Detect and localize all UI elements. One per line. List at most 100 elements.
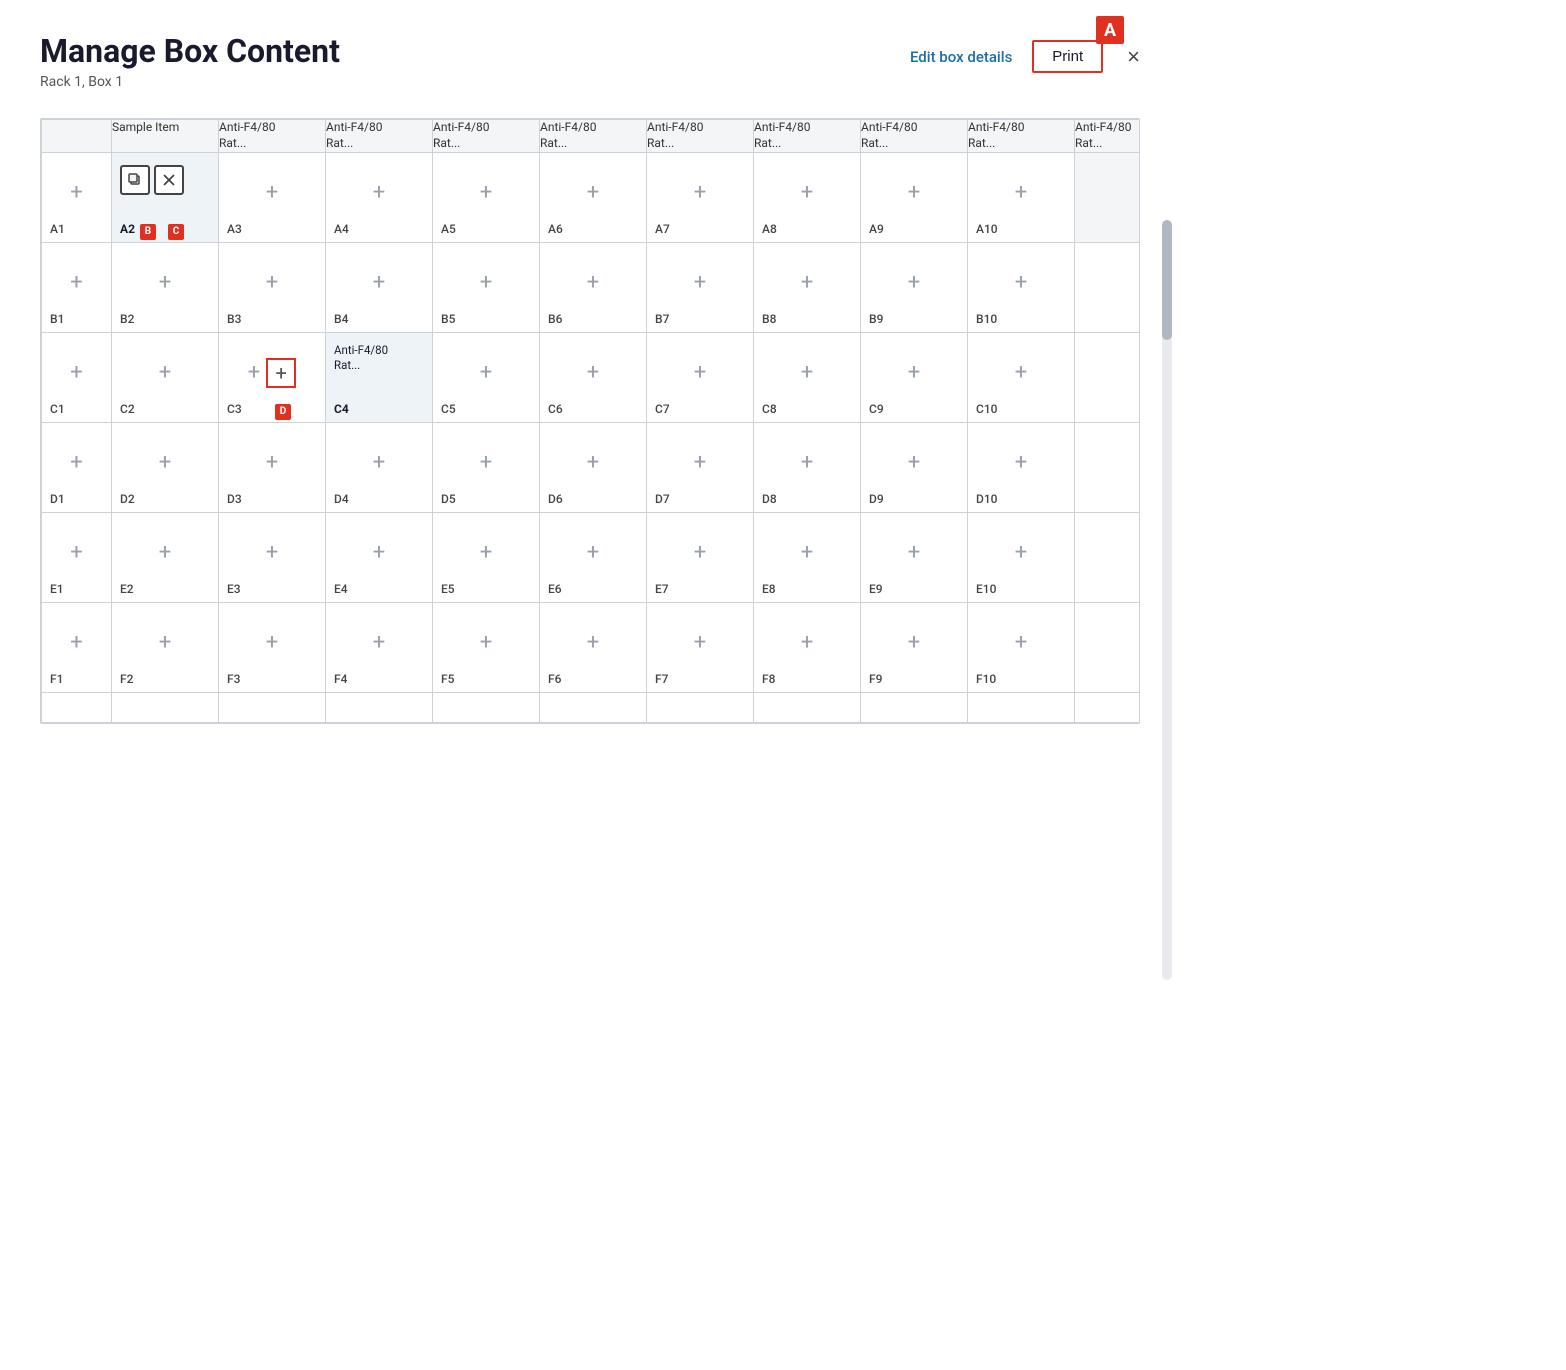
add-icon-b10[interactable]: + (1015, 270, 1027, 295)
cell-label-f3: F3 (227, 672, 240, 686)
add-icon-d8[interactable]: + (801, 450, 813, 475)
cell-label-d2: D2 (120, 492, 135, 506)
add-icon-e3[interactable]: + (266, 540, 278, 565)
add-icon-d3[interactable]: + (266, 450, 278, 475)
cell-label-d9: D9 (869, 492, 884, 506)
cell-label-d5: D5 (441, 492, 456, 506)
add-icon-b1[interactable]: + (70, 270, 82, 295)
add-icon-f3[interactable]: + (266, 630, 278, 655)
add-icon-c6[interactable]: + (587, 360, 599, 385)
add-icon-a5[interactable]: + (480, 180, 492, 205)
copy-item-button[interactable] (120, 165, 150, 195)
cell-e9: + E9 (861, 512, 968, 602)
remove-item-button[interactable] (154, 165, 184, 195)
edit-box-details-link[interactable]: Edit box details (910, 48, 1012, 66)
scrollbar-track[interactable] (1162, 220, 1172, 980)
add-icon-d4[interactable]: + (373, 450, 385, 475)
add-icon-b4[interactable]: + (373, 270, 385, 295)
cell-d4: + D4 (326, 422, 433, 512)
add-icon-f7[interactable]: + (694, 630, 706, 655)
cell-label-f5: F5 (441, 672, 454, 686)
add-icon-f10[interactable]: + (1015, 630, 1027, 655)
add-icon-e1[interactable]: + (70, 540, 82, 565)
cell-label-a7: A7 (655, 222, 670, 236)
add-icon-e5[interactable]: + (480, 540, 492, 565)
cell-e7: + E7 (647, 512, 754, 602)
add-icon-c1[interactable]: + (70, 360, 82, 385)
add-icon-c5[interactable]: + (480, 360, 492, 385)
cell-d10: + D10 (968, 422, 1075, 512)
add-icon-e6[interactable]: + (587, 540, 599, 565)
cell-label-a8: A8 (762, 222, 777, 236)
add-icon-e2[interactable]: + (159, 540, 171, 565)
cell-label-e6: E6 (548, 582, 562, 596)
add-icon-c2[interactable]: + (159, 360, 171, 385)
add-icon-f4[interactable]: + (373, 630, 385, 655)
add-icon-d10[interactable]: + (1015, 450, 1027, 475)
cell-f10: + F10 (968, 602, 1075, 692)
add-icon-c7[interactable]: + (694, 360, 706, 385)
add-icon-f8[interactable]: + (801, 630, 813, 655)
cell-a2: A2 B C (112, 152, 219, 242)
add-icon-b6[interactable]: + (587, 270, 599, 295)
add-icon-b3[interactable]: + (266, 270, 278, 295)
annotated-add-button-c3[interactable]: + (266, 358, 296, 388)
add-icon-f6[interactable]: + (587, 630, 599, 655)
cell-label-f4: F4 (334, 672, 347, 686)
page-title: Manage Box Content (40, 32, 340, 70)
cell-a8: + A8 (754, 152, 861, 242)
grid-row-e: + E1 + E2 + E3 + E4 (42, 512, 1141, 602)
add-icon-a7[interactable]: + (694, 180, 706, 205)
add-icon-d5[interactable]: + (480, 450, 492, 475)
add-icon-b5[interactable]: + (480, 270, 492, 295)
add-icon-f9[interactable]: + (908, 630, 920, 655)
cell-label-a6: A6 (548, 222, 563, 236)
grid-row-a: + A1 (42, 152, 1141, 242)
add-icon-a6[interactable]: + (587, 180, 599, 205)
add-icon-d2[interactable]: + (159, 450, 171, 475)
cell-g10 (968, 692, 1075, 722)
add-icon-c10[interactable]: + (1015, 360, 1027, 385)
cell-d1: + D1 (42, 422, 112, 512)
add-icon-a8[interactable]: + (801, 180, 813, 205)
add-icon-c8[interactable]: + (801, 360, 813, 385)
add-icon-e10[interactable]: + (1015, 540, 1027, 565)
add-icon-d6[interactable]: + (587, 450, 599, 475)
cell-b6: + B6 (540, 242, 647, 332)
cell-d-extra (1075, 422, 1141, 512)
add-icon-a9[interactable]: + (908, 180, 920, 205)
add-icon-e4[interactable]: + (373, 540, 385, 565)
cell-label-c8: C8 (762, 402, 777, 416)
add-icon-f1[interactable]: + (70, 630, 82, 655)
add-icon-e8[interactable]: + (801, 540, 813, 565)
add-icon-f5[interactable]: + (480, 630, 492, 655)
col-header-a6: Anti-F4/80Rat... (540, 120, 647, 152)
add-icon-a1[interactable]: + (70, 180, 82, 205)
cell-label-c6: C6 (548, 402, 563, 416)
cell-label-a4: A4 (334, 222, 349, 236)
add-icon-d1[interactable]: + (70, 450, 82, 475)
close-button[interactable]: × (1127, 46, 1140, 68)
add-icon-b9[interactable]: + (908, 270, 920, 295)
add-icon-a10[interactable]: + (1015, 180, 1027, 205)
print-button[interactable]: Print (1032, 40, 1103, 73)
cell-f8: + F8 (754, 602, 861, 692)
add-icon-b2[interactable]: + (159, 270, 171, 295)
add-icon-e7[interactable]: + (694, 540, 706, 565)
add-icon-d7[interactable]: + (694, 450, 706, 475)
add-icon-e9[interactable]: + (908, 540, 920, 565)
add-icon-a3[interactable]: + (266, 180, 278, 205)
scrollbar-thumb[interactable] (1162, 220, 1172, 340)
add-icon-a4[interactable]: + (373, 180, 385, 205)
add-icon-c9[interactable]: + (908, 360, 920, 385)
add-icon-f2[interactable]: + (159, 630, 171, 655)
add-icon-c3[interactable]: + (248, 360, 260, 385)
cell-label-f7: F7 (655, 672, 668, 686)
cell-c3: + + C3 D (219, 332, 326, 422)
add-icon-d9[interactable]: + (908, 450, 920, 475)
add-icon-b8[interactable]: + (801, 270, 813, 295)
cell-d9: + D9 (861, 422, 968, 512)
col-header-sample-item: Sample Item (112, 120, 219, 152)
add-icon-b7[interactable]: + (694, 270, 706, 295)
annotation-b: B (140, 224, 156, 240)
